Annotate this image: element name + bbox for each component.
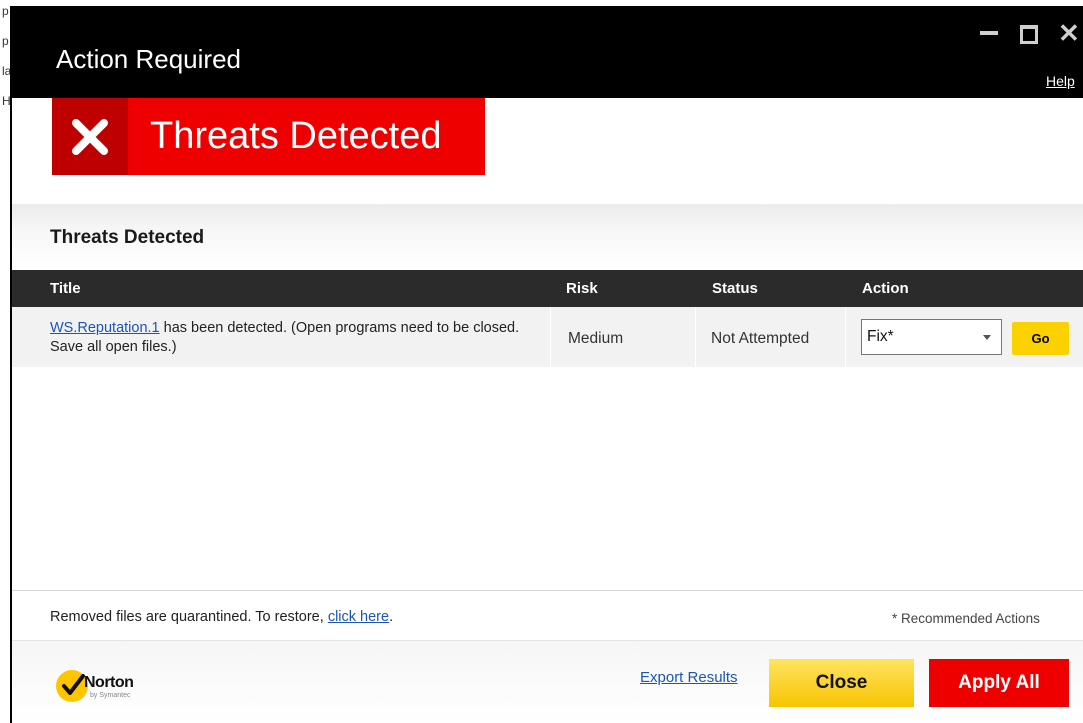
recommended-actions-note: * Recommended Actions — [892, 611, 1040, 626]
column-divider — [845, 307, 846, 367]
status-cell: Not Attempted — [711, 330, 810, 347]
export-results-link[interactable]: Export Results — [640, 669, 738, 686]
column-header-risk[interactable]: Risk — [566, 280, 598, 297]
close-icon[interactable]: ✕ — [1058, 20, 1080, 46]
x-icon — [52, 98, 128, 175]
norton-subtitle: by Symantec — [90, 692, 131, 699]
table-header: Title Risk Status Action — [12, 270, 1083, 307]
risk-cell: Medium — [568, 330, 624, 347]
minimize-icon[interactable] — [978, 22, 1000, 44]
section-title: Threats Detected — [50, 227, 205, 248]
threats-banner: Threats Detected — [52, 98, 485, 175]
restore-link[interactable]: click here — [328, 609, 389, 625]
column-header-action[interactable]: Action — [862, 280, 909, 297]
threat-title-cell: WS.Reputation.1 has been detected. (Open… — [50, 319, 550, 357]
background-text: p — [2, 34, 9, 48]
quarantine-note-suffix: . — [389, 609, 394, 625]
section-header: Threats Detected — [12, 204, 1083, 270]
footer-divider — [12, 590, 1083, 591]
quarantine-note: Removed files are quarantined. To restor… — [50, 609, 393, 625]
norton-logo: Norton by Symantec — [56, 670, 176, 710]
norton-wordmark: Norton — [84, 674, 134, 691]
action-dropdown-value: Fix* — [867, 328, 894, 345]
column-divider — [550, 307, 551, 367]
apply-all-button[interactable]: Apply All — [929, 659, 1069, 707]
background-text: p — [2, 4, 9, 18]
chevron-down-icon — [983, 335, 991, 340]
column-header-title[interactable]: Title — [50, 280, 81, 297]
quarantine-note-text: Removed files are quarantined. To restor… — [50, 609, 328, 625]
threat-name-link[interactable]: WS.Reputation.1 — [50, 320, 160, 336]
banner-title: Threats Detected — [150, 115, 442, 157]
maximize-icon[interactable] — [1017, 22, 1039, 44]
action-dropdown[interactable]: Fix* — [861, 319, 1002, 355]
column-divider — [695, 307, 696, 367]
help-link[interactable]: Help — [1046, 73, 1075, 89]
window-title: Action Required — [56, 44, 241, 74]
column-header-status[interactable]: Status — [712, 280, 758, 297]
action-required-dialog: Action Required ✕ Help Threats Detected … — [10, 6, 1083, 723]
close-button[interactable]: Close — [769, 659, 914, 707]
title-bar: Action Required ✕ Help — [12, 6, 1083, 98]
table-row: WS.Reputation.1 has been detected. (Open… — [12, 307, 1083, 367]
bottom-bar: Norton by Symantec Export Results Close … — [12, 640, 1083, 723]
go-button[interactable]: Go — [1012, 322, 1069, 355]
